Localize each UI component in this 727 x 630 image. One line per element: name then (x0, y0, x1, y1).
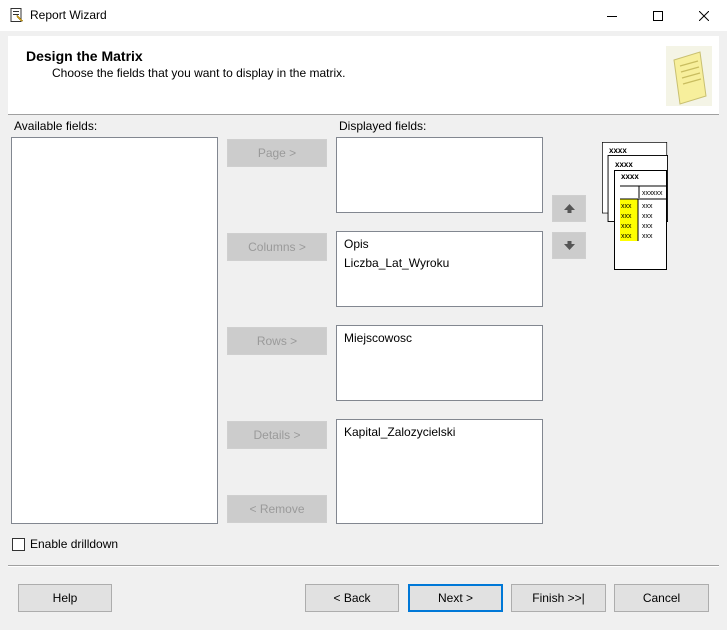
column-fields-list[interactable]: Opis Liczba_Lat_Wyroku (336, 231, 543, 307)
page-title: Design the Matrix (26, 48, 143, 64)
page-fields-list[interactable] (336, 137, 543, 213)
details-button[interactable]: Details > (227, 421, 327, 449)
preview-cell: xxx (652, 190, 663, 197)
header-separator (8, 114, 719, 115)
preview-page-label: xxxx (621, 172, 639, 181)
preview-page-label: xxxx (615, 160, 633, 169)
preview-cell: xxx (642, 213, 653, 220)
displayed-fields-label: Displayed fields: (339, 119, 427, 133)
preview-cell: xxx (621, 203, 632, 210)
maximize-button[interactable] (635, 0, 681, 31)
cancel-button[interactable]: Cancel (614, 584, 709, 612)
maximize-icon (653, 10, 663, 21)
wizard-document-icon (666, 46, 712, 106)
arrow-up-icon (563, 204, 575, 213)
minimize-icon (607, 15, 617, 17)
list-item[interactable]: Opis (344, 237, 369, 251)
footer-separator-highlight (8, 566, 719, 567)
preview-cell: xxx (642, 203, 653, 210)
available-fields-list[interactable] (11, 137, 218, 524)
page-button[interactable]: Page > (227, 139, 327, 167)
minimize-button[interactable] (589, 0, 635, 31)
preview-cell: xxx (621, 233, 632, 240)
enable-drilldown-checkbox[interactable] (12, 538, 25, 551)
list-item[interactable]: Miejscowosc (344, 331, 412, 345)
page-subtitle: Choose the fields that you want to displ… (52, 66, 346, 80)
arrow-down-icon (563, 241, 575, 250)
enable-drilldown-label: Enable drilldown (30, 537, 119, 551)
title-bar: Report Wizard (0, 0, 727, 31)
finish-button[interactable]: Finish >>| (511, 584, 606, 612)
move-up-button[interactable] (552, 195, 586, 222)
next-button[interactable]: Next > (408, 584, 503, 612)
detail-fields-list[interactable]: Kapital_Zalozycielski (336, 419, 543, 524)
close-icon (699, 10, 709, 21)
list-item[interactable]: Kapital_Zalozycielski (344, 425, 455, 439)
close-button[interactable] (681, 0, 727, 31)
help-button[interactable]: Help (18, 584, 112, 612)
row-fields-list[interactable]: Miejscowosc (336, 325, 543, 401)
list-item[interactable]: Liczba_Lat_Wyroku (344, 256, 449, 270)
back-button[interactable]: < Back (305, 584, 399, 612)
available-fields-label: Available fields: (14, 119, 98, 133)
preview-cell: xxx (621, 223, 632, 230)
matrix-preview-icon: xxxx xxxx xxxx xxx xxx xxx xxx xxx xxx x… (602, 142, 668, 270)
preview-cell: xxx (621, 213, 632, 220)
report-wizard-icon (10, 8, 24, 22)
columns-button[interactable]: Columns > (227, 233, 327, 261)
preview-cell: xxx (642, 223, 653, 230)
window-title: Report Wizard (30, 8, 107, 22)
rows-button[interactable]: Rows > (227, 327, 327, 355)
remove-button[interactable]: < Remove (227, 495, 327, 523)
move-down-button[interactable] (552, 232, 586, 259)
preview-cell: xxx (642, 233, 653, 240)
preview-page-label: xxxx (609, 146, 627, 155)
